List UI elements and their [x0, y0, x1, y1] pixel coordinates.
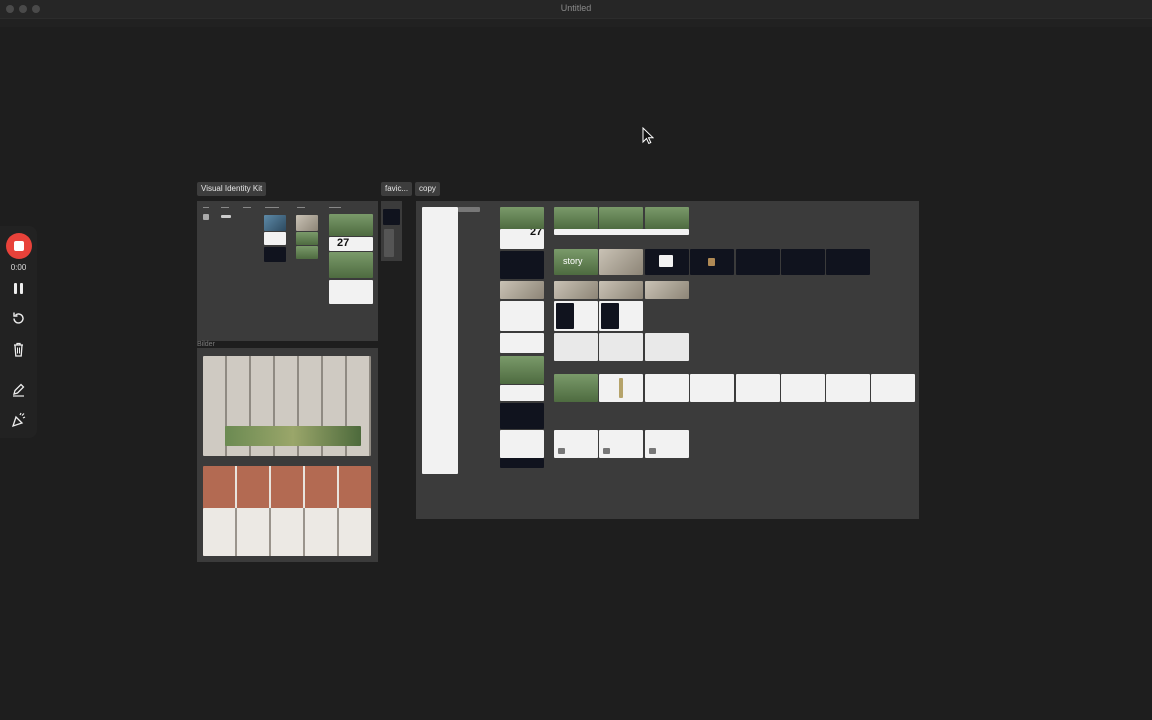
page-thumb	[645, 430, 689, 458]
page-thumb	[645, 281, 689, 299]
page-thumb: 27	[500, 229, 544, 249]
page-thumb	[500, 333, 544, 353]
page-thumb	[781, 249, 825, 275]
garden-photo-strip	[225, 426, 361, 446]
page-thumb	[500, 458, 544, 468]
page-thumb	[690, 374, 734, 402]
page-thumb	[781, 374, 825, 402]
page-thumb	[554, 430, 598, 458]
images-frame[interactable]	[197, 348, 378, 562]
page-thumb	[599, 333, 643, 361]
page-thumb	[500, 356, 544, 384]
copy-document-tab	[458, 207, 480, 212]
copy-document	[422, 207, 458, 474]
page-thumb	[500, 430, 544, 458]
page-thumb	[500, 207, 544, 229]
story-label: story	[563, 256, 583, 266]
frame-label-copy[interactable]: copy	[415, 182, 440, 196]
toolbar-strip	[0, 19, 1152, 27]
page-thumb	[645, 374, 689, 402]
page-thumb	[599, 207, 643, 229]
page-thumb	[500, 301, 544, 331]
room-photo-grid	[203, 508, 371, 556]
page-thumb	[826, 249, 870, 275]
thumb-number: 27	[530, 229, 543, 238]
kit-thumb	[296, 246, 318, 259]
story-thumb: story	[554, 249, 598, 275]
page-thumb	[500, 251, 544, 279]
kit-thumb	[264, 215, 286, 231]
window-title: Untitled	[560, 3, 592, 13]
stop-recording-button[interactable]	[6, 233, 32, 259]
page-thumb	[690, 249, 734, 275]
pause-icon[interactable]	[9, 280, 28, 297]
page-thumb	[599, 430, 643, 458]
page-thumb	[554, 301, 598, 331]
page-thumb	[554, 333, 598, 361]
page-thumb	[500, 281, 544, 299]
page-thumb	[599, 374, 643, 402]
kit-thumb	[296, 215, 318, 231]
trash-icon[interactable]	[9, 341, 28, 358]
kit-thumb	[264, 232, 286, 245]
page-thumb	[599, 281, 643, 299]
page-thumb	[500, 385, 544, 401]
frame-label-favicon[interactable]: favic...	[381, 182, 413, 196]
page-thumb	[500, 403, 544, 429]
favicon-frame[interactable]	[381, 201, 402, 261]
thumb-number: 27	[337, 237, 350, 249]
cursor-icon	[642, 126, 655, 150]
kit-thumb	[329, 214, 373, 236]
frame-label-visual-identity-kit[interactable]: Visual Identity Kit	[197, 182, 267, 196]
favicon-thumb	[383, 209, 400, 225]
page-thumb	[599, 249, 643, 275]
page-thumb	[736, 249, 780, 275]
kit-thumb	[264, 247, 286, 262]
kit-thumb	[329, 252, 373, 278]
confetti-icon[interactable]	[9, 411, 28, 428]
page-thumb	[599, 301, 643, 331]
page-thumb	[645, 333, 689, 361]
copy-frame[interactable]: 27 story	[416, 201, 919, 519]
kit-thumb: 27	[329, 237, 373, 251]
visual-identity-kit-frame[interactable]: 27	[197, 201, 378, 341]
page-thumb	[554, 374, 598, 402]
favicon-thumb	[384, 229, 394, 257]
page-thumb	[736, 374, 780, 402]
title-bar: Untitled	[0, 0, 1152, 19]
page-thumb	[645, 249, 689, 275]
kit-thumb	[329, 280, 373, 304]
page-thumb	[826, 374, 870, 402]
page-thumb-strip	[554, 229, 689, 235]
page-thumb	[645, 207, 689, 229]
recording-timer: 0:00	[10, 263, 27, 272]
page-thumb	[871, 374, 915, 402]
kit-thumb	[296, 232, 318, 245]
page-thumb	[554, 281, 598, 299]
page-thumb	[554, 207, 598, 229]
restart-icon[interactable]	[9, 310, 28, 327]
screen-recorder-panel: 0:00	[0, 226, 37, 438]
pen-icon[interactable]	[9, 381, 28, 398]
